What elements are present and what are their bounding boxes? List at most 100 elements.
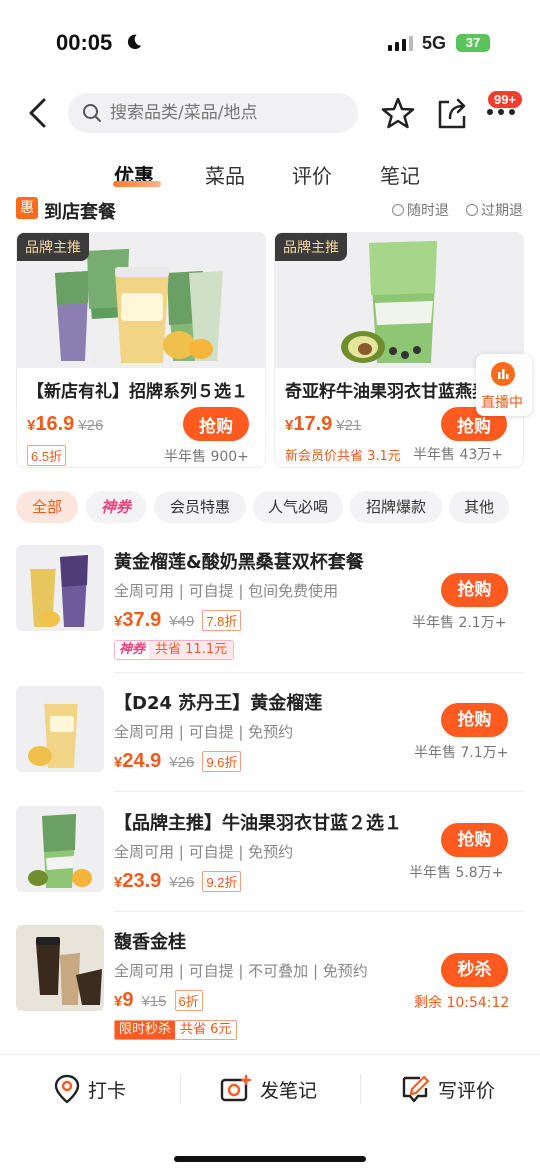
message-count-badge: 99+: [488, 91, 523, 108]
back-arrow-icon[interactable]: [24, 96, 54, 130]
price-row: ¥17.9 ¥21: [285, 413, 361, 436]
live-icon: [491, 362, 515, 386]
discount-badge: 7.8折: [202, 610, 242, 631]
sold-count: 半年售 900+: [164, 449, 249, 465]
price: ¥37.9: [114, 609, 162, 631]
item-price-row: ¥24.9 ¥26 9.6折: [114, 750, 242, 773]
price: ¥17.9: [285, 413, 333, 435]
search-icon: [83, 104, 101, 122]
discount-badge: 6.5折: [27, 445, 67, 466]
item-price-row: ¥23.9 ¥26 9.2折: [114, 870, 242, 893]
post-note-button[interactable]: 发笔记: [220, 1074, 317, 1104]
flash-sale-button[interactable]: 秒杀: [441, 953, 508, 987]
discount-icon: 惠: [16, 197, 38, 219]
filter-all[interactable]: 全部: [16, 491, 78, 523]
original-price: ¥26: [169, 754, 195, 771]
coupon-savings-badge: 神券 共省 11.1元: [114, 640, 235, 660]
item-tags: 全周可用 | 可自提 | 免预约: [114, 843, 294, 861]
sold-count: 半年售 43万+: [413, 447, 503, 463]
discount-badge: 9.2折: [202, 871, 242, 892]
member-savings: 新会员价共省 3.1元: [285, 449, 401, 464]
refund-expired: 过期退: [466, 200, 523, 220]
brand-featured-tag: 品牌主推: [17, 233, 89, 261]
package-card[interactable]: 品牌主推 奇亚籽牛油果羽衣甘蓝燕麦 ¥17.9 ¥21 新会员价共省 3.1元 …: [274, 232, 524, 468]
original-price: ¥49: [169, 613, 195, 630]
item-thumbnail[interactable]: [16, 686, 104, 772]
live-stream-button[interactable]: 直播中: [476, 354, 532, 416]
active-tab-indicator: [113, 181, 161, 187]
policy-label: 过期退: [481, 203, 523, 219]
countdown-timer: 剩余 10:54:12: [414, 995, 510, 1011]
price-row: ¥16.9 ¥26: [27, 413, 103, 436]
buy-button[interactable]: 抢购: [183, 407, 249, 441]
coupon-label: 神券: [119, 642, 146, 657]
item-title[interactable]: 馥香金桂: [114, 928, 186, 954]
savings-label: 共省 11.1元: [149, 641, 234, 659]
search-input[interactable]: [110, 93, 350, 133]
camera-plus-icon: [220, 1074, 252, 1102]
buy-button[interactable]: 抢购: [441, 823, 508, 857]
battery-icon: 37: [456, 34, 490, 52]
signal-icon: [388, 36, 413, 51]
buy-button[interactable]: 抢购: [441, 703, 508, 737]
live-label: 直播中: [481, 395, 523, 411]
divider: [114, 911, 524, 912]
flash-sale-badge: 限时秒杀 共省 6元: [114, 1020, 238, 1040]
original-price: ¥26: [169, 874, 195, 891]
discount-badge: 6折: [174, 990, 203, 1011]
filter-signature[interactable]: 招牌爆款: [350, 491, 442, 523]
price: ¥16.9: [27, 413, 75, 435]
sold-count: 半年售 7.1万+: [414, 745, 509, 761]
original-price: ¥26: [78, 417, 104, 434]
network-type: 5G: [422, 33, 447, 53]
item-thumbnail[interactable]: [16, 545, 104, 631]
package-name: 【新店有礼】招牌系列５选１: [27, 382, 248, 402]
policy-label: 随时退: [407, 203, 449, 219]
divider: [114, 672, 524, 673]
write-review-label: 写评价: [438, 1079, 496, 1102]
item-price-row: ¥37.9 ¥49 7.8折: [114, 609, 242, 632]
write-review-button[interactable]: 写评价: [400, 1074, 495, 1104]
item-title[interactable]: 【品牌主推】牛油果羽衣甘蓝２选１: [114, 809, 402, 835]
filter-popular[interactable]: 人气必喝: [253, 491, 343, 523]
home-indicator: [174, 1156, 366, 1162]
item-price-row: ¥9 ¥15 6折: [114, 989, 203, 1012]
section-title: 到店套餐: [44, 202, 116, 223]
package-card[interactable]: 品牌主推 【新店有礼】招牌系列５选１ ¥16.9 ¥26 6.5折 抢购 半年售…: [16, 232, 266, 468]
filter-member[interactable]: 会员特惠: [154, 491, 246, 523]
buy-button[interactable]: 抢购: [441, 573, 508, 607]
item-tags: 全周可用 | 可自提 | 不可叠加 | 免预约: [114, 962, 368, 980]
favorite-star-icon[interactable]: [380, 96, 416, 130]
check-circle-icon: [392, 204, 404, 216]
product-image: 品牌主推: [17, 233, 265, 368]
tab-dishes[interactable]: 菜品: [205, 160, 245, 189]
item-title[interactable]: 黄金榴莲&酸奶黑桑葚双杯套餐: [114, 548, 364, 574]
search-bar[interactable]: [68, 93, 358, 133]
refund-anytime: 随时退: [392, 200, 449, 220]
moon-icon: [127, 34, 142, 50]
savings-label: 共省 6元: [180, 1022, 232, 1037]
filter-other[interactable]: 其他: [449, 491, 509, 523]
check-circle-icon: [466, 204, 478, 216]
item-tags: 全周可用 | 可自提 | 包间免费使用: [114, 582, 339, 600]
share-icon[interactable]: [436, 96, 468, 130]
tab-notes[interactable]: 笔记: [380, 160, 420, 189]
flash-sale-label: 限时秒杀: [115, 1021, 176, 1039]
price: ¥9: [114, 989, 134, 1011]
price: ¥24.9: [114, 750, 162, 772]
check-in-label: 打卡: [88, 1079, 127, 1102]
location-pin-icon: [54, 1074, 80, 1104]
post-note-label: 发笔记: [260, 1079, 318, 1102]
separator: [180, 1074, 181, 1104]
check-in-button[interactable]: 打卡: [54, 1074, 126, 1104]
tab-reviews[interactable]: 评价: [292, 160, 332, 189]
product-image: 品牌主推: [275, 233, 523, 368]
item-thumbnail[interactable]: [16, 925, 104, 1011]
item-tags: 全周可用 | 可自提 | 免预约: [114, 723, 294, 741]
discount-badge: 9.6折: [202, 751, 242, 772]
original-price: ¥21: [336, 417, 362, 434]
more-options-icon[interactable]: [486, 108, 516, 116]
item-title[interactable]: 【D24 苏丹王】黄金榴莲: [114, 689, 322, 715]
filter-coupon[interactable]: 神券: [86, 491, 146, 523]
item-thumbnail[interactable]: [16, 806, 104, 892]
